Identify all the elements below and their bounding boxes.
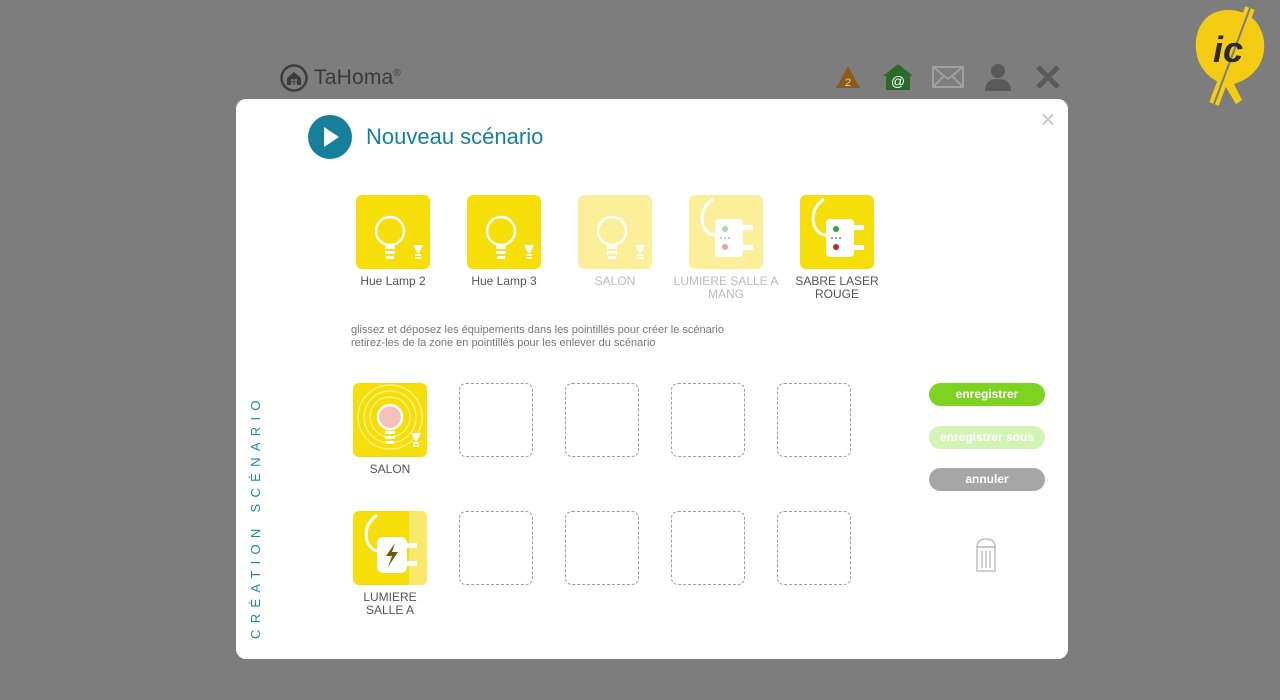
modal-header: Nouveau scénario bbox=[308, 115, 543, 159]
brand-name: TaHoma® bbox=[314, 66, 401, 89]
drop-slot[interactable] bbox=[459, 511, 533, 585]
drop-slot[interactable] bbox=[777, 383, 851, 457]
device-label: SALON bbox=[594, 274, 636, 288]
drop-slot[interactable] bbox=[671, 511, 745, 585]
lamp-icon bbox=[467, 195, 541, 269]
scenario-modal: × CRÉATION SCÉNARIO Nouveau scénario Hue… bbox=[236, 99, 1068, 659]
plug-icon bbox=[689, 195, 763, 269]
drag-hint: glissez et déposez les équipements dans … bbox=[351, 324, 724, 349]
drop-slot[interactable] bbox=[777, 511, 851, 585]
trash-icon[interactable] bbox=[975, 537, 997, 573]
svg-text:2: 2 bbox=[845, 77, 851, 89]
device-tile[interactable]: Hue Lamp 3 bbox=[466, 195, 542, 288]
home-at-icon[interactable]: @ bbox=[880, 60, 916, 94]
mail-icon[interactable] bbox=[930, 60, 966, 94]
drop-slot[interactable] bbox=[671, 383, 745, 457]
drop-slot[interactable] bbox=[565, 383, 639, 457]
device-label: SABRE LASER ROUGE bbox=[795, 274, 879, 301]
svg-text:@: @ bbox=[891, 73, 905, 89]
device-label: LUMIERE SALLE A MANG bbox=[673, 274, 779, 301]
plug-icon bbox=[800, 195, 874, 269]
device-tile[interactable]: SABRE LASER ROUGE bbox=[795, 195, 879, 301]
drop-slot[interactable] bbox=[459, 383, 533, 457]
lamp-icon bbox=[578, 195, 652, 269]
device-tile[interactable]: SALON bbox=[577, 195, 653, 288]
top-toolbar: 2 @ bbox=[830, 60, 1066, 94]
device-label: Hue Lamp 3 bbox=[471, 274, 537, 288]
lamp-active-icon bbox=[353, 383, 427, 457]
device-tile[interactable]: LUMIERE SALLE A MANG bbox=[674, 195, 778, 301]
device-tile[interactable]: Hue Lamp 2 bbox=[355, 195, 431, 288]
save-as-button[interactable]: enregistrer sous bbox=[929, 426, 1045, 449]
device-label: Hue Lamp 2 bbox=[360, 274, 426, 288]
scenario-item[interactable]: SALON bbox=[352, 383, 428, 476]
alert-icon[interactable]: 2 bbox=[830, 60, 866, 94]
scenario-item-label: LUMIERE SALLE A bbox=[363, 590, 417, 617]
ic-logo: ic bbox=[1195, 6, 1265, 106]
svg-text:ic: ic bbox=[1213, 29, 1243, 70]
user-icon[interactable] bbox=[980, 60, 1016, 94]
scenario-item[interactable]: LUMIERE SALLE A bbox=[352, 511, 428, 617]
home-icon bbox=[280, 64, 308, 92]
cancel-button[interactable]: annuler bbox=[929, 468, 1045, 491]
modal-close-button[interactable]: × bbox=[1036, 106, 1060, 132]
scenario-item-label: SALON bbox=[369, 462, 411, 476]
lamp-icon bbox=[356, 195, 430, 269]
plug-active-icon bbox=[353, 511, 427, 585]
brand: TaHoma® bbox=[280, 64, 401, 92]
play-icon[interactable] bbox=[308, 115, 352, 159]
save-button[interactable]: enregistrer bbox=[929, 383, 1045, 406]
side-label: CRÉATION SCÉNARIO bbox=[248, 394, 263, 639]
close-icon[interactable] bbox=[1030, 60, 1066, 94]
drop-slot[interactable] bbox=[565, 511, 639, 585]
modal-title: Nouveau scénario bbox=[366, 124, 544, 149]
